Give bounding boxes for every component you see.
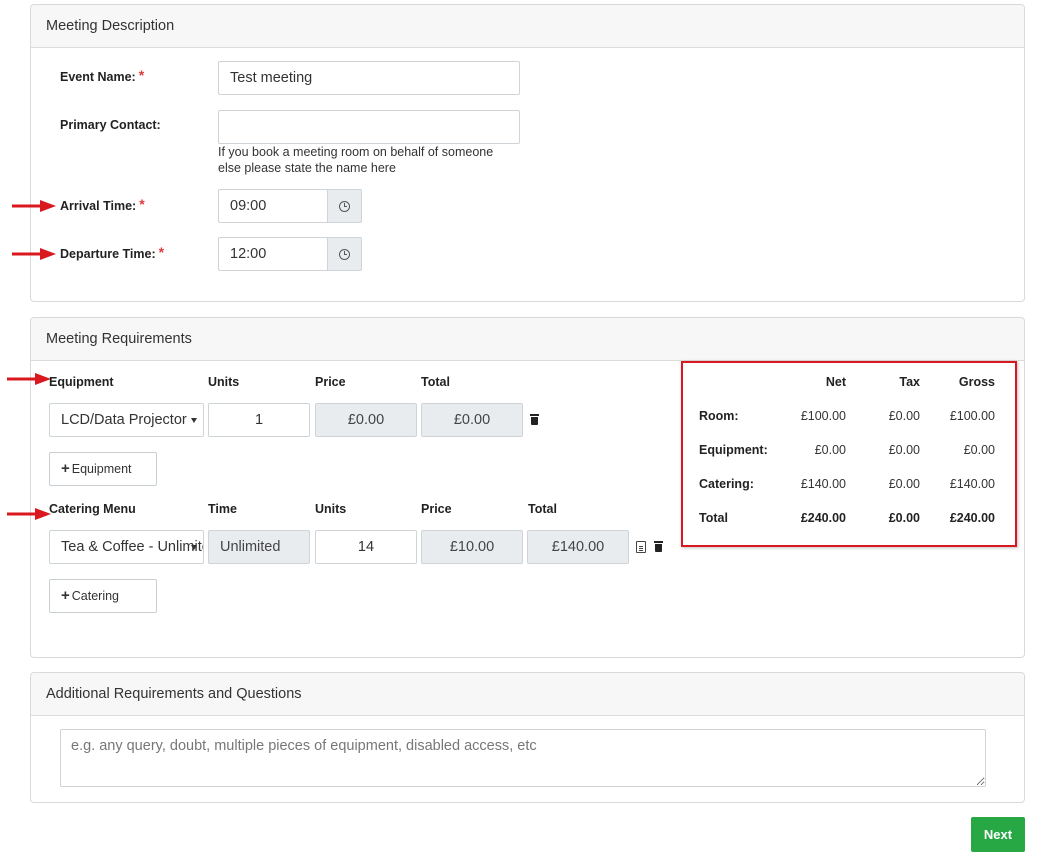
additional-requirements-heading: Additional Requirements and Questions <box>31 673 1024 716</box>
meeting-description-panel: Meeting Description <box>30 4 1025 302</box>
arrival-time-field[interactable]: 09:00 <box>218 189 328 223</box>
summary-total-label: Total <box>699 511 728 525</box>
catering-units-field[interactable]: 14 <box>315 530 417 564</box>
meeting-description-heading: Meeting Description <box>31 5 1024 48</box>
departure-time-picker-button[interactable] <box>328 237 362 271</box>
event-name-field[interactable]: Test meeting <box>218 61 520 95</box>
required-marker: * <box>158 244 165 260</box>
event-name-label: Event Name: * <box>60 67 145 84</box>
net-header: Net <box>825 375 846 389</box>
arrival-time-label: Arrival Time: * <box>60 196 145 213</box>
catering-time-field: Unlimited <box>208 530 310 564</box>
summary-row-tax: £0.00 <box>888 477 920 491</box>
annotation-arrow-icon <box>12 248 56 260</box>
summary-row-label: Room: <box>699 409 739 423</box>
price-header: Price <box>315 375 346 389</box>
price-header: Price <box>421 502 452 516</box>
annotation-arrow-icon <box>7 373 51 385</box>
summary-row-net: £140.00 <box>800 477 846 491</box>
total-header: Total <box>421 375 450 389</box>
primary-contact-field[interactable] <box>218 110 520 144</box>
units-header: Units <box>315 502 347 516</box>
catering-total-field: £140.00 <box>527 530 629 564</box>
equipment-price-field: £0.00 <box>315 403 417 437</box>
catering-menu-header: Catering Menu <box>49 502 136 516</box>
summary-row-gross: £0.00 <box>963 443 995 457</box>
additional-requirements-textarea[interactable] <box>60 729 986 787</box>
departure-time-label: Departure Time: * <box>60 244 165 261</box>
clock-icon <box>339 200 350 212</box>
clock-icon <box>339 248 350 260</box>
plus-icon: + <box>61 459 70 477</box>
summary-row-tax: £0.00 <box>888 443 920 457</box>
catering-select[interactable]: Tea & Coffee - Unlimited <box>49 530 204 564</box>
add-equipment-button[interactable]: + Equipment <box>49 452 157 486</box>
catering-menu-document-icon[interactable] <box>636 541 646 553</box>
summary-row-tax: £0.00 <box>888 409 920 423</box>
equipment-header: Equipment <box>49 375 114 389</box>
equipment-select[interactable]: LCD/Data Projector <box>49 403 204 437</box>
tax-header: Tax <box>899 375 920 389</box>
summary-row-net: £100.00 <box>800 409 846 423</box>
summary-row-gross: £140.00 <box>949 477 995 491</box>
chevron-down-icon <box>191 545 197 550</box>
delete-equipment-trash-icon[interactable] <box>530 414 539 425</box>
add-catering-button[interactable]: + Catering <box>49 579 157 613</box>
summary-row-gross: £100.00 <box>949 409 995 423</box>
arrival-time-picker-button[interactable] <box>328 189 362 223</box>
required-marker: * <box>138 67 145 83</box>
summary-total-gross: £240.00 <box>949 511 995 525</box>
required-marker: * <box>139 196 145 212</box>
equipment-units-field[interactable]: 1 <box>208 403 310 437</box>
primary-contact-help: If you book a meeting room on behalf of … <box>218 145 494 175</box>
summary-total-tax: £0.00 <box>888 511 920 525</box>
chevron-down-icon <box>191 418 197 423</box>
annotation-arrow-icon <box>7 508 51 520</box>
meeting-requirements-heading: Meeting Requirements <box>31 318 1024 361</box>
catering-price-field: £10.00 <box>421 530 523 564</box>
summary-row-label: Catering: <box>699 477 754 491</box>
summary-total-net: £240.00 <box>800 511 846 525</box>
next-button[interactable]: Next <box>971 817 1025 852</box>
equipment-total-field: £0.00 <box>421 403 523 437</box>
delete-catering-trash-icon[interactable] <box>654 541 663 552</box>
units-header: Units <box>208 375 240 389</box>
primary-contact-label: Primary Contact: <box>60 118 161 132</box>
plus-icon: + <box>61 586 70 604</box>
departure-time-field[interactable]: 12:00 <box>218 237 328 271</box>
annotation-arrow-icon <box>12 200 56 212</box>
summary-row-net: £0.00 <box>814 443 846 457</box>
time-header: Time <box>208 502 237 516</box>
gross-header: Gross <box>958 375 995 389</box>
total-header: Total <box>528 502 557 516</box>
